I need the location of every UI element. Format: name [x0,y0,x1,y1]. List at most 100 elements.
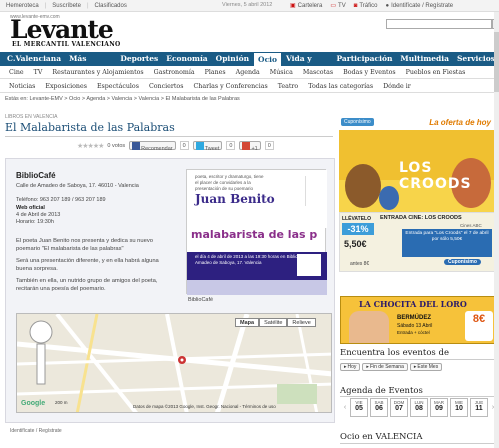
subnav-donde-ir[interactable]: Dónde ir [378,83,416,90]
day-number: 10 [455,405,463,412]
cartelera-link[interactable]: ▣ Cartelera [290,2,323,10]
filter-mes-label: Este Mes [417,363,439,370]
cartelera-label: Cartelera [297,2,323,9]
subnav-pueblos[interactable]: Pueblos en Fiestas [401,69,471,76]
offer-venue: Cines ABC [460,223,482,228]
discount-percent: -31% [342,223,374,235]
discount-label: LLÉVATELO [342,216,371,222]
search-input[interactable] [386,19,492,29]
event-description: El poeta Juan Benito nos presenta y dedi… [16,238,153,252]
play-icon: ▸ [413,363,417,370]
location-map[interactable]: Mapa Satélite Relieve Google 200 m Datos… [16,313,332,413]
trafico-label: Tráfico [359,2,378,9]
agenda-day[interactable]: MIE 10 [450,398,468,417]
ocio-city-title: Ocio en VALENCIA [340,432,423,442]
divider [340,396,495,397]
nav-item-servicios[interactable]: Servicios [453,52,499,66]
show-ad[interactable]: LA CHOCITA DEL LORO BERMÚDEZ Sábado 13 A… [340,296,495,344]
site-logo[interactable]: Levante [10,17,114,42]
car-icon: ◙ [353,2,358,9]
agenda-day[interactable]: SAB 06 [370,398,388,417]
subnav-espectaculos[interactable]: Espectáculos [92,83,144,90]
suscribete-link[interactable]: Suscríbete [52,3,81,9]
separator: | [86,2,89,9]
tv-link[interactable]: ▭ TV [330,2,345,10]
nav-item-mas-noticias[interactable]: Más noticias [65,52,116,77]
subnav-restaurantes[interactable]: Restaurantes y Alojamientos [47,69,148,76]
venue-web-link[interactable]: Web oficial [16,205,45,211]
subnav-noticias[interactable]: Noticias [4,83,40,90]
top-bar: Hemeroteca | Suscríbete | Clasificados V… [0,0,499,12]
nav-item-vida-estilo[interactable]: Vida y Estilo [282,52,332,77]
venue-name[interactable]: BiblioCafé [16,171,56,180]
subnav-mascotas[interactable]: Mascotas [298,69,338,76]
map-tab-relieve[interactable]: Relieve [287,318,316,327]
rating-stars[interactable]: ★★★★★ [77,142,104,150]
map-attribution[interactable]: Datos de mapa ©2013 Google, Inst. Geogr.… [133,404,276,409]
cuponisimo-button[interactable]: Cuponísimo [444,259,481,265]
offer-product: ENTRADA CINE: LOS CROODS [380,215,462,221]
character-figure [379,186,399,210]
subnav-bodas[interactable]: Bodas y Eventos [338,69,400,76]
sub-nav-primary: Cine TV Restaurantes y Alojamientos Gast… [0,66,499,79]
tweet-count: 0 [226,141,236,150]
main-nav: C.Valenciana Más noticias Deportes Econo… [0,52,499,77]
filter-hoy-button[interactable]: ▸ Hoy [340,363,361,371]
breadcrumb[interactable]: Estás en: Levante-EMV > Ocio > Agenda > … [5,96,240,102]
play-icon: ▸ [344,363,347,370]
divider [5,136,333,137]
login-label: Identifícate / Regístrate [391,2,454,9]
nav-item-ocio[interactable]: Ocio [253,52,282,66]
subnav-agenda[interactable]: Agenda [231,69,265,76]
nav-item-deportes[interactable]: Deportes [116,52,162,66]
page-scrollbar[interactable] [494,12,499,448]
events-finder-tabs: ▸ Hoy ▸ Fin de Semana ▸ Este Mes [340,362,495,372]
nav-item-opinion[interactable]: Opinión [212,52,253,66]
scrollbar-thumb[interactable] [494,32,499,92]
nav-item-multimedia[interactable]: Multimedia [396,52,453,66]
subnav-planes[interactable]: Planes [200,69,231,76]
footer-login-link[interactable]: Identifícate / Regístrate [10,428,62,434]
login-link[interactable]: ● Identifícate / Regístrate [385,2,453,9]
map-tab-mapa[interactable]: Mapa [235,318,260,327]
agenda-day[interactable]: LUN 08 [410,398,428,417]
nav-item-economia[interactable]: Economía [162,52,211,66]
film-icon: ▣ [290,3,296,9]
social-bar: ★★★★★ 0 votos Recomendar 0 Tweet 0 +1 0 [77,140,333,152]
offer-promo-text: Entrada para "Los Croods" el 7 de abril … [402,229,492,257]
filter-este-mes-button[interactable]: ▸ Este Mes [409,363,443,371]
clasificados-link[interactable]: Clasificados [95,3,127,9]
offer-ad[interactable]: Cuponísimo La oferta de hoy LOS CROODS L… [339,114,495,284]
agenda-day[interactable]: DOM 07 [390,398,408,417]
play-icon: ▸ [366,363,369,370]
poster-logo [297,254,321,276]
event-poster[interactable]: poeta, escritor y dramaturgo, tiene el p… [186,169,327,295]
agenda-day[interactable]: JUE 11 [470,398,488,417]
facebook-recommend-button[interactable]: Recomendar [129,141,176,152]
chevron-left-icon[interactable]: ‹ [342,398,348,417]
filter-fin-semana-button[interactable]: ▸ Fin de Semana [362,363,408,371]
hemeroteca-link[interactable]: Hemeroteca [6,3,39,9]
character-figure [345,164,381,208]
agenda-day[interactable]: MAR 09 [430,398,448,417]
offer-price: 5,50€ [344,239,367,249]
show-venue: LA CHOCITA DEL LORO [359,299,467,309]
subnav-todas[interactable]: Todas las categorías [303,83,378,90]
subnav-gastronomia[interactable]: Gastronomía [149,69,200,76]
gplus-button[interactable]: +1 [239,141,261,152]
subnav-musica[interactable]: Música [265,69,298,76]
subnav-cine[interactable]: Cine [4,69,29,76]
agenda-day[interactable]: VIE 05 [350,398,368,417]
subnav-conciertos[interactable]: Conciertos [144,83,189,90]
tweet-button[interactable]: Tweet [192,141,223,152]
votes-count: 0 votos [107,142,126,149]
map-tab-satelite[interactable]: Satélite [259,318,288,327]
subnav-tv[interactable]: TV [29,69,48,76]
nav-item-cvalenciana[interactable]: C.Valenciana [3,52,65,66]
subnav-teatro[interactable]: Teatro [273,83,304,90]
site-logo-subtitle: EL MERCANTIL VALENCIANO [12,41,121,48]
trafico-link[interactable]: ◙ Tráfico [354,2,378,9]
nav-item-participacion[interactable]: Participación [332,52,396,66]
subnav-exposiciones[interactable]: Exposiciones [40,83,92,90]
subnav-charlas[interactable]: Charlas y Conferencias [188,83,272,90]
